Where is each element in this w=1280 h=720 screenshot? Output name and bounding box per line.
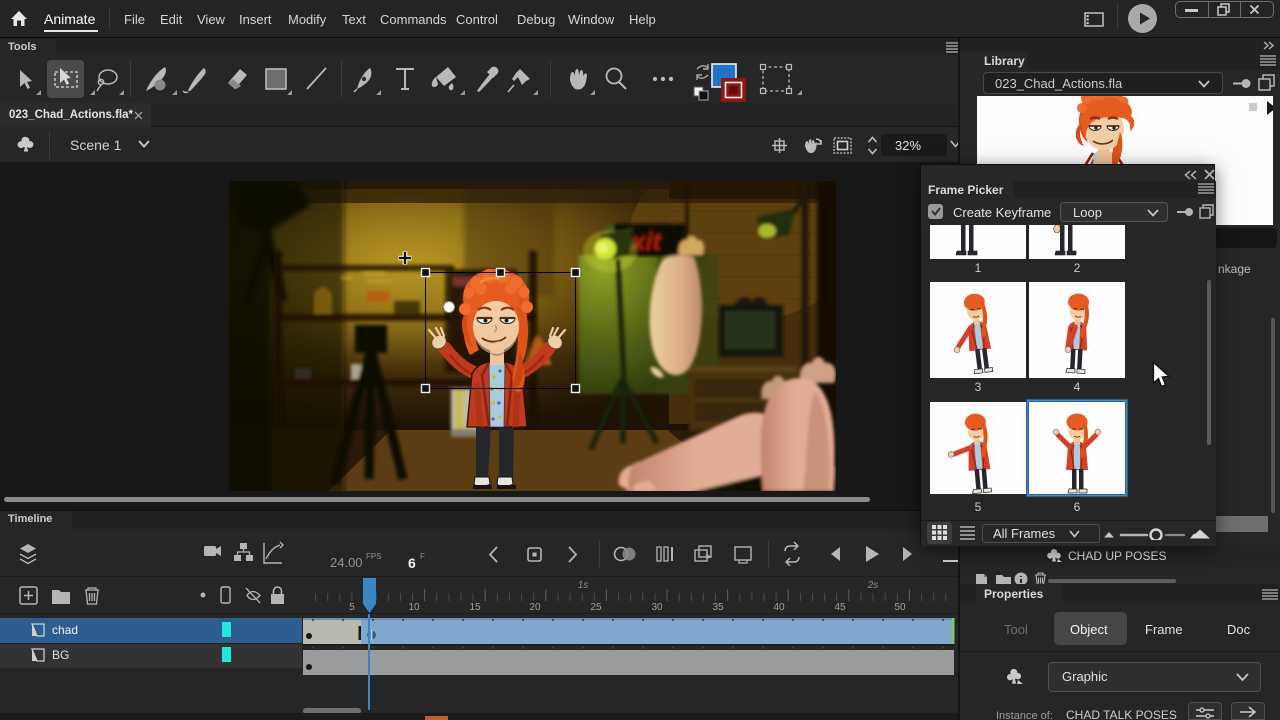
svg-text:1: 1	[975, 261, 982, 275]
svg-text:4: 4	[1074, 380, 1081, 394]
svg-text:FPS: FPS	[366, 552, 382, 561]
svg-text:6: 6	[1074, 500, 1081, 514]
svg-text:10: 10	[408, 602, 420, 613]
svg-text:45: 45	[834, 602, 846, 613]
svg-text:5: 5	[349, 602, 355, 613]
svg-text:3: 3	[975, 380, 982, 394]
svg-text:2: 2	[1074, 261, 1081, 275]
svg-text:1s: 1s	[578, 580, 589, 591]
svg-text:F: F	[420, 552, 425, 561]
svg-text:40: 40	[773, 602, 785, 613]
svg-text:15: 15	[469, 602, 481, 613]
svg-text:5: 5	[975, 500, 982, 514]
svg-text:25: 25	[590, 602, 602, 613]
svg-text:2s: 2s	[867, 580, 879, 591]
svg-text:50: 50	[894, 602, 906, 613]
svg-text:35: 35	[712, 602, 724, 613]
svg-text:20: 20	[529, 602, 541, 613]
svg-text:30: 30	[651, 602, 663, 613]
svg-text:6: 6	[408, 555, 416, 571]
svg-text:24.00: 24.00	[330, 555, 363, 570]
